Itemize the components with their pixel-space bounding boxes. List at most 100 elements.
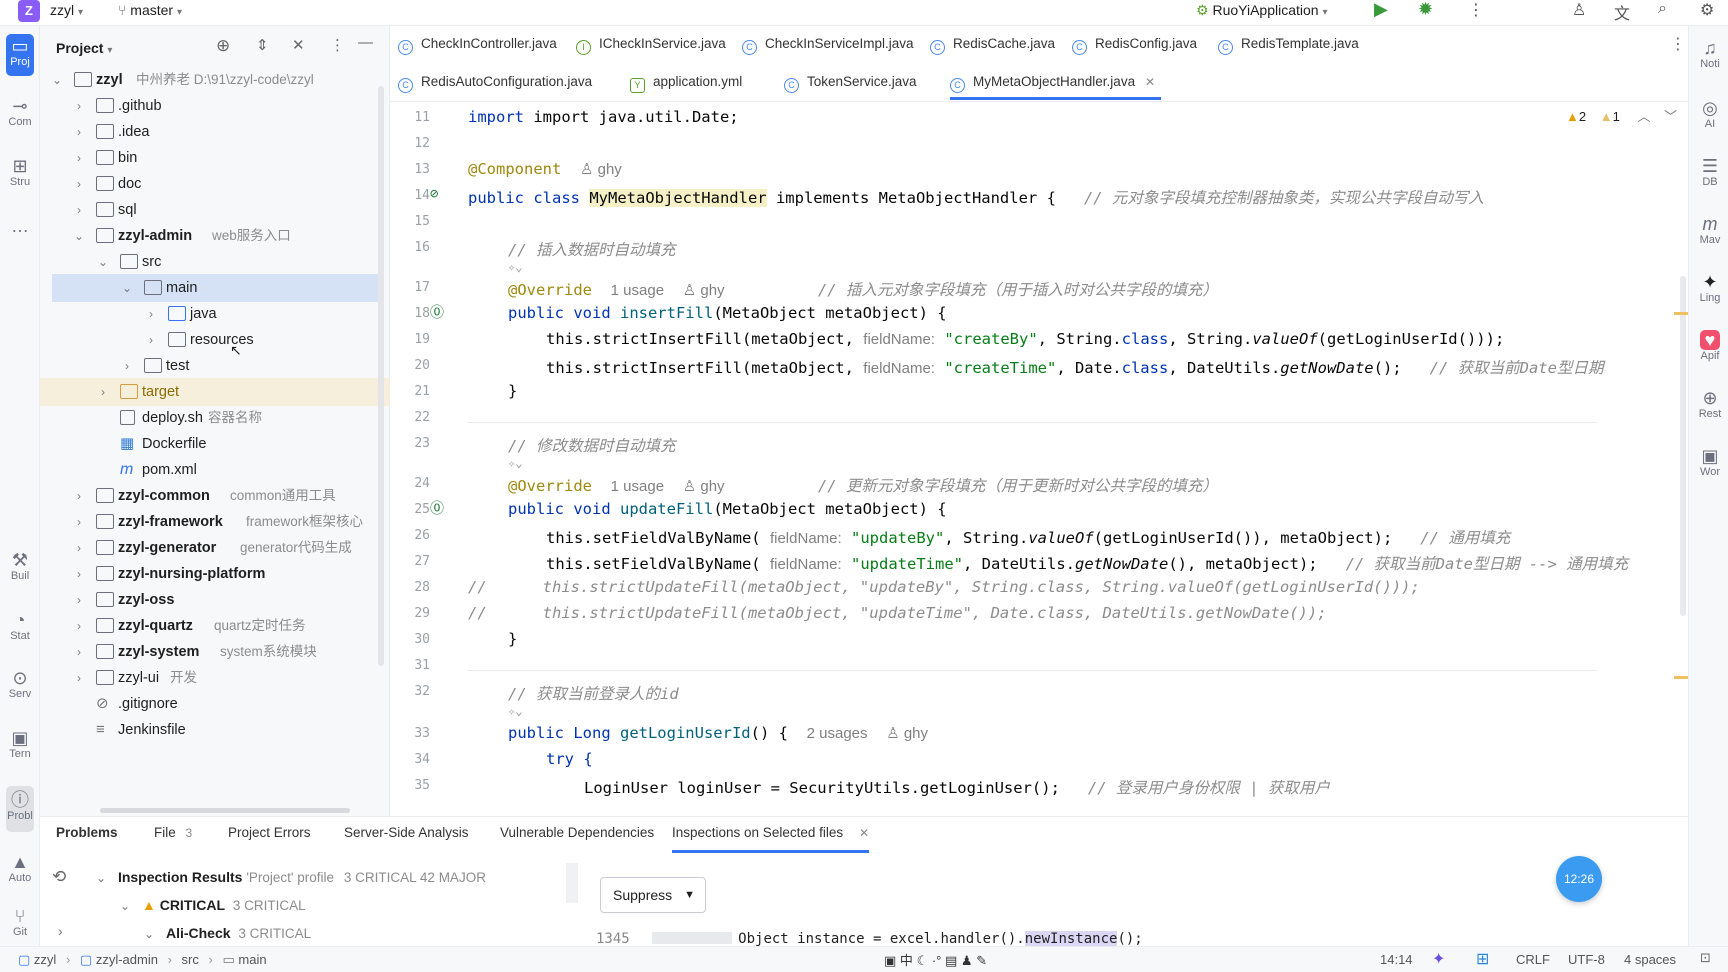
apifox-tool-button[interactable]: ♥ Apif bbox=[1695, 330, 1725, 362]
chevron-right-icon[interactable]: › bbox=[144, 300, 158, 328]
lock-icon[interactable]: ⊡ bbox=[1700, 950, 1711, 966]
tree-node-idea[interactable]: › .idea bbox=[40, 118, 390, 146]
windows-icon[interactable]: ⊞ bbox=[1476, 949, 1489, 969]
tree-node-test[interactable]: › test bbox=[40, 352, 390, 380]
usage-hint[interactable]: 1 usage bbox=[611, 282, 664, 299]
tab-server-side-analysis[interactable]: Server-Side Analysis bbox=[344, 825, 469, 840]
file-encoding[interactable]: UTF-8 bbox=[1568, 952, 1605, 967]
collapse-all-icon[interactable]: ✕ bbox=[292, 36, 305, 54]
project-switcher[interactable]: zzyl ▾ bbox=[50, 2, 83, 18]
project-tool-button[interactable]: ▭ Proj bbox=[6, 34, 34, 76]
ime-toolbar[interactable]: ▣ 中 ☾ ·° ▤ ♟ ✎ bbox=[884, 950, 987, 969]
tree-node-zzyl-ui[interactable]: › zzyl-ui 开发 bbox=[40, 664, 390, 692]
chevron-down-icon[interactable]: ⌄ bbox=[120, 274, 134, 302]
usage-hint[interactable]: 1 usage bbox=[611, 478, 664, 495]
close-icon[interactable]: ✕ bbox=[859, 826, 869, 840]
chevron-right-icon[interactable]: › bbox=[72, 92, 86, 120]
editor-tab[interactable]: I ICheckInService.java bbox=[576, 26, 726, 62]
commit-tool-button[interactable]: ⊸ Com bbox=[6, 96, 34, 128]
chevron-right-icon[interactable]: › bbox=[96, 378, 110, 406]
ai-assistant-icon[interactable]: ✦ bbox=[1432, 949, 1445, 969]
tree-node-zzyl-nursing-platform[interactable]: › zzyl-nursing-platform bbox=[40, 560, 390, 588]
close-icon[interactable]: ✕ bbox=[1145, 64, 1155, 100]
tree-node-main[interactable]: ⌄ main bbox=[52, 274, 380, 302]
problems-tool-button[interactable]: ⓘ Probl bbox=[6, 786, 34, 832]
chevron-down-icon[interactable]: ⌄ bbox=[120, 899, 130, 913]
tree-node-pom[interactable]: m pom.xml bbox=[40, 456, 390, 484]
override-icon[interactable]: ⓪ bbox=[430, 302, 444, 322]
add-user-icon[interactable]: ♙ bbox=[1572, 0, 1586, 20]
chevron-right-icon[interactable]: › bbox=[72, 118, 86, 146]
alicheck-node[interactable]: ⌄ Ali-Check 3 CRITICAL bbox=[144, 925, 311, 941]
tree-node-zzyl-quartz[interactable]: › zzyl-quartz quartz定时任务 bbox=[40, 612, 390, 640]
critical-node[interactable]: ⌄ ▲ CRITICAL 3 CRITICAL bbox=[120, 897, 306, 913]
translate-icon[interactable]: 文 bbox=[1614, 0, 1630, 24]
tree-node-zzyl-system[interactable]: › zzyl-system system系统模块 bbox=[40, 638, 390, 666]
tab-file[interactable]: File 3 bbox=[154, 825, 192, 840]
chevron-down-icon[interactable]: ⌄ bbox=[96, 248, 110, 276]
tree-node-src[interactable]: ⌄ src bbox=[40, 248, 390, 276]
editor-tab[interactable]: C TokenService.java bbox=[784, 64, 917, 100]
error-stripe-mark[interactable] bbox=[1674, 676, 1688, 679]
tree-node-sql[interactable]: › sql bbox=[40, 196, 390, 224]
more-actions-icon[interactable]: ⋮ bbox=[1468, 0, 1484, 20]
breadcrumb-item[interactable]: main bbox=[238, 952, 266, 967]
breadcrumb-item[interactable]: src bbox=[182, 952, 199, 967]
auto-tool-button[interactable]: ▲ Auto bbox=[6, 852, 34, 884]
build-tool-button[interactable]: ⚒ Buil bbox=[6, 550, 34, 582]
editor-tab[interactable]: C RedisConfig.java bbox=[1072, 26, 1197, 62]
tree-node-zzyl-oss[interactable]: › zzyl-oss bbox=[40, 586, 390, 614]
tree-node-deploy-sh[interactable]: deploy.sh 容器名称 bbox=[40, 404, 390, 432]
chevron-right-icon[interactable]: › bbox=[72, 664, 86, 692]
chevron-right-icon[interactable]: › bbox=[72, 638, 86, 666]
tree-scrollbar[interactable] bbox=[378, 86, 384, 666]
editor-tab-active[interactable]: C MyMetaObjectHandler.java ✕ bbox=[950, 64, 1162, 100]
tree-node-resources[interactable]: › resources ↖ bbox=[40, 326, 390, 358]
lingma-tool-button[interactable]: ✦ Ling bbox=[1695, 272, 1725, 304]
git-tool-button[interactable]: ⑂ Git bbox=[6, 906, 34, 938]
tree-node-zzyl-framework[interactable]: › zzyl-framework framework框架核心 bbox=[40, 508, 390, 536]
tab-inspections-selected[interactable]: Inspections on Selected files ✕ bbox=[672, 825, 870, 853]
debug-icon[interactable]: ✹ bbox=[1418, 0, 1433, 20]
search-icon[interactable]: ⌕ bbox=[1658, 0, 1667, 18]
tree-node-gitignore[interactable]: ⊘ .gitignore bbox=[40, 690, 390, 718]
bean-icon[interactable]: ⊘ bbox=[430, 186, 438, 202]
structure-tool-button[interactable]: ⊞ Stru bbox=[6, 156, 34, 188]
chevron-down-icon[interactable]: ⌄ bbox=[50, 66, 64, 94]
chevron-down-icon[interactable]: ⌄ bbox=[96, 871, 106, 885]
cursor-position[interactable]: 14:14 bbox=[1380, 952, 1413, 967]
branch-switcher[interactable]: ⑂ master ▾ bbox=[118, 2, 182, 18]
chevron-right-icon[interactable]: › bbox=[72, 586, 86, 614]
database-tool-button[interactable]: ☰ DB bbox=[1695, 156, 1725, 188]
author-hint[interactable]: ♙ ghy bbox=[580, 161, 622, 178]
suppress-button[interactable]: Suppress ▼ bbox=[600, 877, 706, 913]
chevron-right-icon[interactable]: › bbox=[72, 144, 86, 172]
breadcrumb-item[interactable]: zzyl-admin bbox=[96, 952, 158, 967]
ai-hint-icon[interactable]: ✧⌄ bbox=[508, 456, 522, 470]
options-icon[interactable]: ⋮ bbox=[330, 36, 345, 54]
tree-node-jenkinsfile[interactable]: ≡ Jenkinsfile bbox=[40, 716, 390, 744]
chevron-right-icon[interactable]: › bbox=[72, 508, 86, 536]
floating-timer-badge[interactable]: 12:26 bbox=[1556, 856, 1602, 902]
chevron-right-icon[interactable]: › bbox=[72, 560, 86, 588]
settings-icon[interactable]: ⚙ bbox=[1700, 0, 1714, 20]
editor-tab[interactable]: C CheckInController.java bbox=[398, 26, 557, 62]
tree-node-root[interactable]: ⌄ zzyl 中州养老 D:\91\zzyl-code\zzyl bbox=[40, 66, 390, 94]
tab-options-icon[interactable]: ⋮ bbox=[1670, 34, 1686, 54]
ai-tool-button[interactable]: ◎ AI bbox=[1695, 98, 1725, 130]
tree-node-dockerfile[interactable]: ▦ Dockerfile bbox=[40, 430, 390, 458]
line-separator[interactable]: CRLF bbox=[1516, 952, 1550, 967]
project-badge[interactable]: Z bbox=[18, 0, 40, 22]
chevron-down-icon[interactable]: ⌄ bbox=[144, 927, 154, 941]
locate-icon[interactable]: ⊕ bbox=[216, 36, 230, 56]
error-stripe-mark[interactable] bbox=[1674, 312, 1688, 315]
indent-setting[interactable]: 4 spaces bbox=[1624, 952, 1676, 967]
chevron-down-icon[interactable]: ⌄ bbox=[72, 222, 86, 250]
editor-scrollbar[interactable] bbox=[1680, 276, 1686, 616]
tree-node-zzyl-admin[interactable]: ⌄ zzyl-admin web服务入口 bbox=[40, 222, 390, 250]
rest-tool-button[interactable]: ⊕ Rest bbox=[1695, 388, 1725, 420]
more-tools-button[interactable]: … bbox=[6, 216, 34, 236]
hide-icon[interactable]: — bbox=[358, 34, 373, 51]
chevron-right-icon[interactable]: › bbox=[72, 612, 86, 640]
maven-tool-button[interactable]: m Mav bbox=[1695, 214, 1725, 246]
